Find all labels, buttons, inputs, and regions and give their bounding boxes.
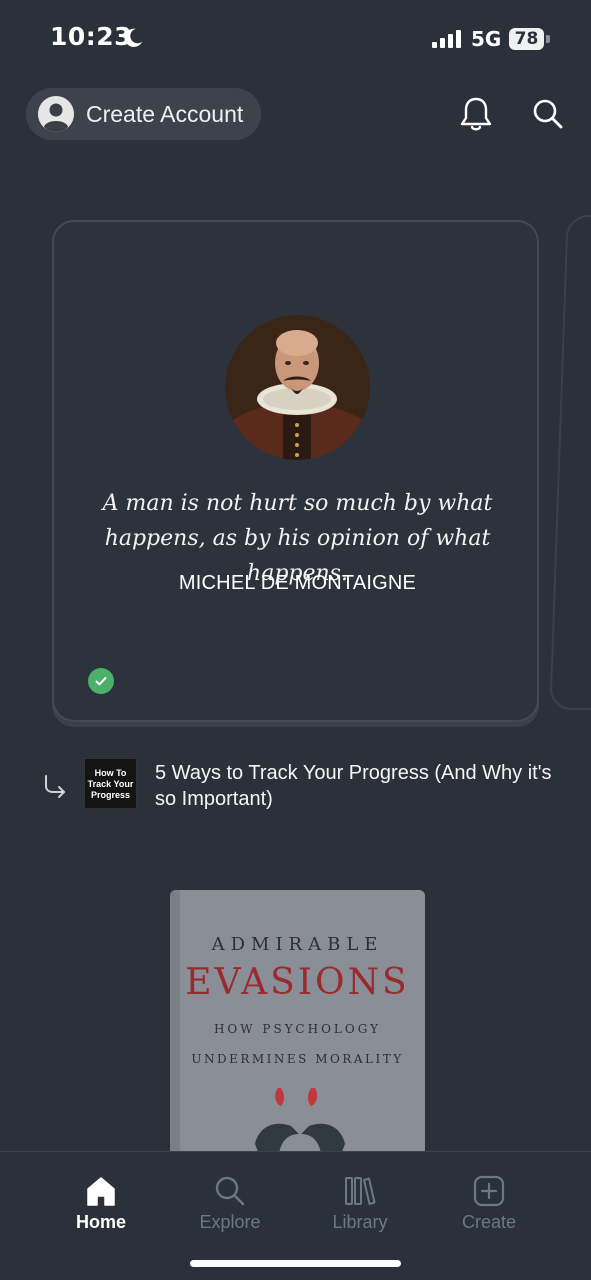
status-bar: 10:23 5G 78 [0, 0, 591, 80]
book-subtitle-line2: UNDERMINES MORALITY [191, 1052, 404, 1066]
nav-home[interactable]: Home [46, 1174, 156, 1233]
book-title-line1: ADMIRABLE [211, 934, 384, 955]
author-portrait [225, 315, 370, 460]
article-title[interactable]: 5 Ways to Track Your Progress (And Why i… [155, 760, 575, 812]
network-type: 5G [471, 27, 502, 51]
book-title-line2: EVASIONS [185, 962, 410, 1003]
battery-indicator: 78 [509, 28, 544, 50]
book-cover-art [255, 1088, 345, 1152]
book-subtitle-line1: HOW PSYCHOLOGY [213, 1022, 382, 1036]
check-icon [88, 668, 114, 694]
moon-icon [124, 28, 143, 47]
home-icon [87, 1177, 115, 1206]
signal-icon [432, 30, 461, 48]
quote-card[interactable]: A man is not hurt so much by what happen… [52, 220, 539, 722]
search-icon[interactable] [532, 98, 564, 130]
nav-create-label: Create [461, 1212, 517, 1232]
reply-arrow-icon [45, 775, 65, 798]
quote-author: MICHEL DE MONTAIGNE [178, 572, 417, 594]
create-account-label: Create Account [86, 100, 244, 127]
nav-library-label: Library [332, 1212, 388, 1232]
nav-create[interactable]: Create [434, 1174, 544, 1233]
nav-home-label: Home [75, 1212, 126, 1232]
search-icon [215, 1176, 245, 1206]
bell-icon[interactable] [459, 96, 493, 132]
status-time: 10:23 [50, 22, 133, 51]
nav-explore-label: Explore [199, 1212, 261, 1232]
next-card-edge[interactable] [549, 215, 591, 710]
battery-tip [546, 35, 550, 43]
library-icon [345, 1177, 376, 1205]
plus-square-icon [473, 1175, 505, 1207]
article-thumbnail[interactable]: How To Track Your Progress [84, 758, 137, 809]
book-spine [170, 890, 180, 1152]
book-cover[interactable]: ADMIRABLE EVASIONS HOW PSYCHOLOGY UNDERM… [170, 890, 425, 1152]
nav-library[interactable]: Library [305, 1174, 415, 1233]
bottom-navigation: Home Explore Library Create [0, 1151, 591, 1280]
nav-explore[interactable]: Explore [175, 1174, 285, 1233]
avatar-icon [38, 96, 74, 132]
create-account-button[interactable]: Create Account [26, 88, 261, 140]
home-indicator [190, 1260, 401, 1267]
